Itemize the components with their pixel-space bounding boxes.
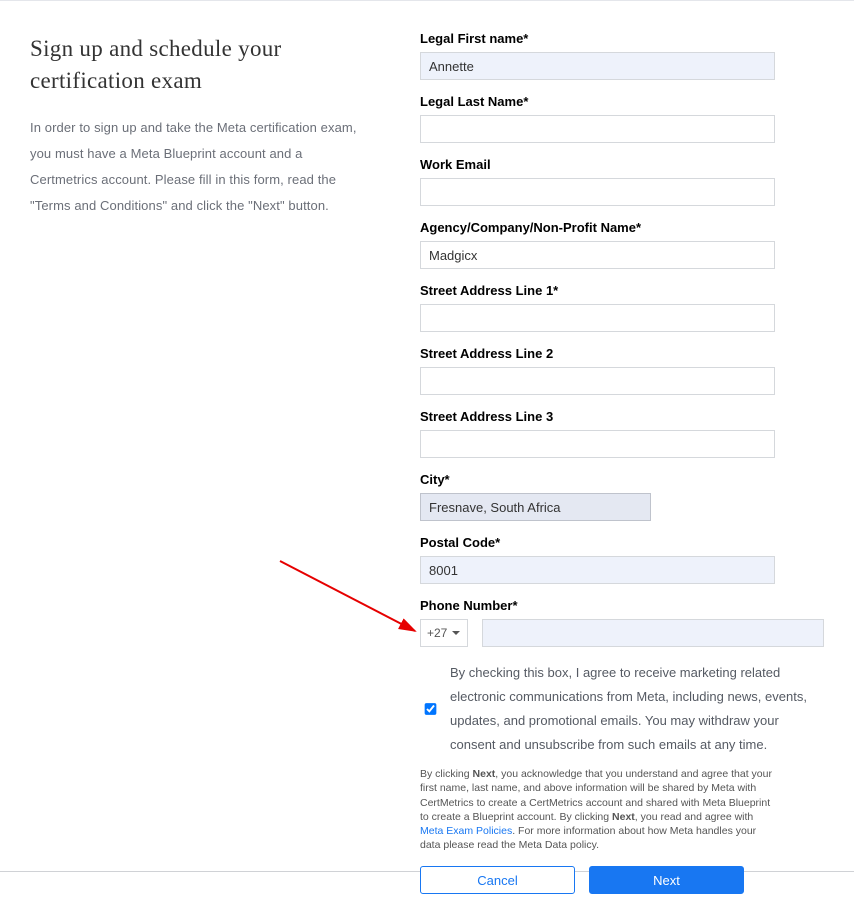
addr2-field[interactable] — [420, 367, 775, 395]
legal-disclosure: By clicking Next, you acknowledge that y… — [420, 767, 775, 852]
addr3-label: Street Address Line 3 — [420, 409, 824, 424]
consent-text: By checking this box, I agree to receive… — [450, 661, 824, 757]
phone-label: Phone Number* — [420, 598, 824, 613]
page-title: Sign up and schedule your certification … — [30, 33, 370, 97]
intro-text: In order to sign up and take the Meta ce… — [30, 115, 370, 219]
email-label: Work Email — [420, 157, 824, 172]
dial-code-select[interactable]: +27 — [420, 619, 468, 647]
last-name-label: Legal Last Name* — [420, 94, 824, 109]
first-name-label: Legal First name* — [420, 31, 824, 46]
next-button[interactable]: Next — [589, 866, 744, 894]
addr3-field[interactable] — [420, 430, 775, 458]
addr1-label: Street Address Line 1* — [420, 283, 824, 298]
cancel-button[interactable]: Cancel — [420, 866, 575, 894]
first-name-field[interactable] — [420, 52, 775, 80]
dial-code-value: +27 — [427, 626, 447, 640]
postal-label: Postal Code* — [420, 535, 824, 550]
addr1-field[interactable] — [420, 304, 775, 332]
city-field[interactable] — [420, 493, 651, 521]
email-field[interactable] — [420, 178, 775, 206]
last-name-field[interactable] — [420, 115, 775, 143]
exam-policies-link[interactable]: Meta Exam Policies — [420, 825, 512, 837]
city-label: City* — [420, 472, 824, 487]
marketing-consent-checkbox[interactable] — [425, 669, 437, 750]
addr2-label: Street Address Line 2 — [420, 346, 824, 361]
company-label: Agency/Company/Non-Profit Name* — [420, 220, 824, 235]
company-field[interactable] — [420, 241, 775, 269]
chevron-down-icon — [451, 628, 461, 638]
phone-field[interactable] — [482, 619, 824, 647]
postal-field[interactable] — [420, 556, 775, 584]
